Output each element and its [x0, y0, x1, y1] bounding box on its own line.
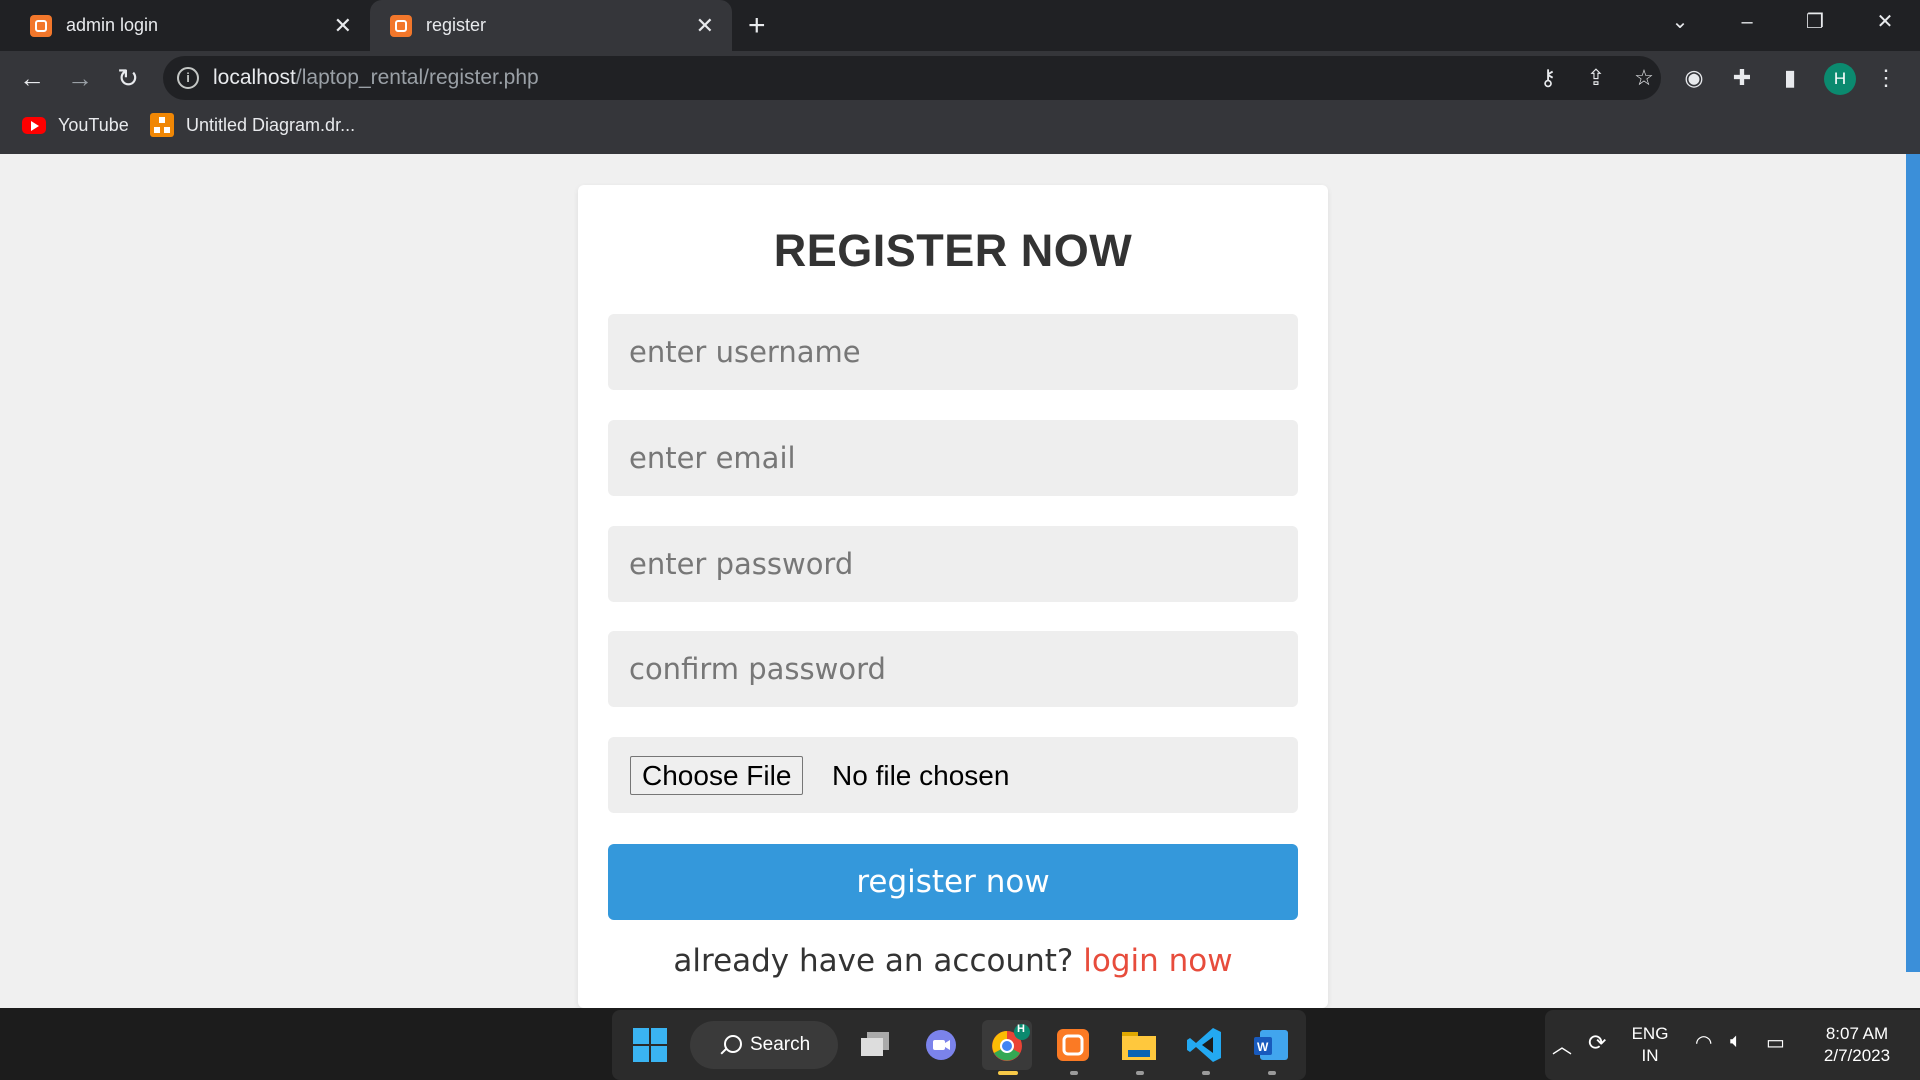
- sync-icon[interactable]: ⟳: [1588, 1030, 1606, 1056]
- wifi-icon[interactable]: ◠: [1695, 1030, 1712, 1055]
- file-input[interactable]: Choose File No file chosen: [608, 737, 1298, 813]
- site-info-icon[interactable]: i: [177, 67, 199, 89]
- tab-title: register: [426, 15, 487, 35]
- bookmark-star-icon[interactable]: ☆: [1627, 56, 1661, 100]
- address-bar[interactable]: i localhost/laptop_rental/register.php ⚷…: [163, 56, 1661, 100]
- minimize-button[interactable]: –: [1722, 0, 1772, 45]
- url-host: localhost: [213, 66, 296, 89]
- restore-button[interactable]: ❐: [1790, 0, 1840, 45]
- chrome-profile-badge: H: [1017, 1023, 1025, 1035]
- email-input[interactable]: [608, 420, 1298, 496]
- taskbar-search[interactable]: Search: [690, 1021, 838, 1069]
- xampp-favicon-icon: [30, 14, 52, 37]
- xampp-running-indicator: [1070, 1071, 1078, 1075]
- browser-chrome: admin login ✕ register ✕ + ⌄ – ❐ ✕ ← → ↻…: [0, 0, 1920, 154]
- file-explorer-icon[interactable]: [1114, 1020, 1164, 1070]
- tab-strip: admin login ✕ register ✕ + ⌄ – ❐ ✕: [0, 0, 1920, 51]
- tray-chevron-up-icon[interactable]: ︿: [1552, 1030, 1572, 1059]
- file-status: No file chosen: [832, 760, 1010, 791]
- drawio-icon: [150, 113, 174, 137]
- profile-avatar[interactable]: H: [1824, 63, 1856, 95]
- url-path: /laptop_rental/register.php: [295, 66, 539, 89]
- svg-text:W: W: [1257, 1040, 1269, 1054]
- chrome-taskbar-icon[interactable]: H: [982, 1020, 1032, 1070]
- back-button[interactable]: ←: [12, 58, 52, 98]
- menu-kebab-icon[interactable]: ⋮: [1868, 58, 1904, 98]
- login-prompt-text: already have an account?: [673, 943, 1074, 979]
- forward-button[interactable]: →: [60, 58, 100, 98]
- password-input[interactable]: [608, 526, 1298, 602]
- language-indicator[interactable]: ENG IN: [1630, 1023, 1670, 1067]
- login-prompt: already have an account? login now: [578, 943, 1328, 979]
- search-label: Search: [750, 1034, 811, 1055]
- register-button[interactable]: register now: [608, 844, 1298, 920]
- chrome-active-indicator: [998, 1071, 1018, 1075]
- extensions-puzzle-icon[interactable]: ✚: [1724, 58, 1760, 98]
- clock[interactable]: 8:07 AM 2/7/2023: [1812, 1023, 1902, 1067]
- scrollbar[interactable]: [1906, 154, 1920, 972]
- bookmark-youtube[interactable]: YouTube: [22, 110, 129, 140]
- username-input[interactable]: [608, 314, 1298, 390]
- clock-date: 2/7/2023: [1823, 1046, 1891, 1065]
- word-running-indicator: [1268, 1071, 1276, 1075]
- extension-glasses-icon[interactable]: ◉: [1676, 58, 1712, 98]
- form-title: REGISTER NOW: [773, 225, 1133, 276]
- xampp-taskbar-icon[interactable]: [1048, 1020, 1098, 1070]
- choose-file-button[interactable]: Choose File: [630, 756, 804, 795]
- vscode-running-indicator: [1202, 1071, 1210, 1075]
- tab-search-icon[interactable]: ⌄: [1655, 0, 1705, 45]
- bookmark-label: YouTube: [58, 115, 129, 135]
- battery-icon[interactable]: ▭: [1766, 1030, 1785, 1055]
- bookmark-untitled-diagram[interactable]: Untitled Diagram.dr...: [150, 110, 355, 140]
- youtube-icon: [22, 116, 46, 134]
- close-tab-icon[interactable]: ✕: [334, 0, 352, 51]
- url-text[interactable]: localhost/laptop_rental/register.php: [213, 56, 539, 100]
- reload-button[interactable]: ↻: [108, 58, 148, 98]
- tab-title: admin login: [66, 15, 159, 35]
- explorer-running-indicator: [1136, 1071, 1144, 1075]
- login-now-link[interactable]: login now: [1083, 943, 1232, 979]
- teams-chat-icon[interactable]: [916, 1020, 966, 1070]
- close-window-button[interactable]: ✕: [1860, 0, 1910, 45]
- password-key-icon[interactable]: ⚷: [1531, 56, 1565, 100]
- language-code: ENG: [1631, 1024, 1669, 1043]
- confirm-password-input[interactable]: [608, 631, 1298, 707]
- xampp-favicon-icon: [390, 14, 412, 37]
- vscode-icon[interactable]: [1180, 1020, 1230, 1070]
- language-region: IN: [1641, 1046, 1659, 1065]
- new-tab-button[interactable]: +: [748, 0, 766, 51]
- close-tab-icon[interactable]: ✕: [696, 0, 714, 51]
- volume-muted-icon[interactable]: 🔈︎: [1730, 1030, 1742, 1053]
- word-icon[interactable]: W: [1246, 1020, 1296, 1070]
- side-panel-icon[interactable]: ▮: [1772, 58, 1808, 98]
- windows-start-icon[interactable]: [625, 1020, 675, 1070]
- share-icon[interactable]: ⇪: [1579, 56, 1613, 100]
- register-form: REGISTER NOW Choose File No file chosen …: [578, 185, 1328, 1008]
- bookmark-label: Untitled Diagram.dr...: [186, 115, 356, 135]
- search-icon: [724, 1035, 742, 1053]
- tab-register[interactable]: register ✕: [370, 0, 732, 51]
- task-view-icon[interactable]: [851, 1020, 901, 1070]
- clock-time: 8:07 AM: [1825, 1024, 1889, 1043]
- tab-admin-login[interactable]: admin login ✕: [0, 0, 370, 51]
